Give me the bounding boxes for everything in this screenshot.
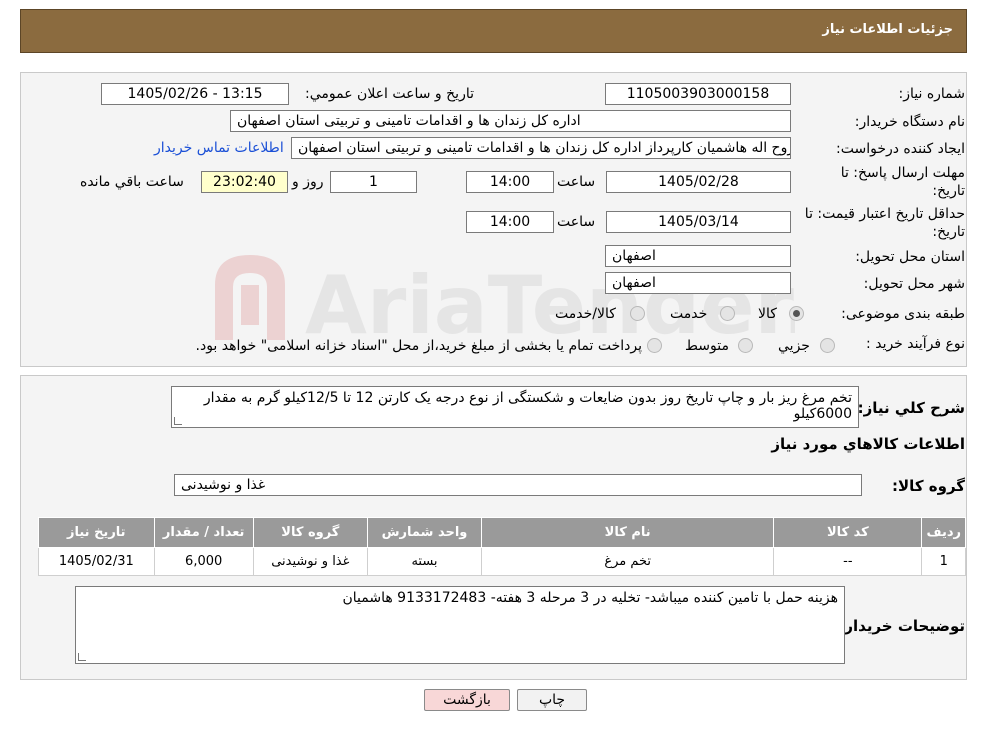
- reply-time-field: 14:00: [466, 171, 554, 193]
- buyer-contact-link[interactable]: اطلاعات تماس خریدار: [154, 140, 284, 156]
- page-title: جزئیات اطلاعات نیاز: [822, 22, 953, 37]
- purchase-option-medium: متوسط: [685, 338, 729, 354]
- need-description-text: تخم مرغ ریز بار و چاپ تاریخ روز بدون ضای…: [203, 390, 852, 422]
- category-radio-goods[interactable]: [789, 306, 804, 321]
- purchase-note: پرداخت تمام یا بخشی از مبلغ خرید،از محل …: [195, 338, 642, 354]
- table-row: 1 -- تخم مرغ بسته غذا و نوشیدنی 6,000 14…: [38, 547, 966, 576]
- price-validity-date-field: 1405/03/14: [606, 211, 791, 233]
- days-field: 1: [330, 171, 417, 193]
- days-label: روز و: [292, 174, 324, 190]
- category-radio-service[interactable]: [720, 306, 735, 321]
- price-validity-label-2: تاریخ:: [932, 224, 965, 240]
- goods-info-title: اطلاعات کالاهاي مورد نیاز: [771, 435, 965, 453]
- category-option-goods: کالا: [758, 306, 777, 322]
- creator-label: ایجاد کننده درخواست:: [836, 141, 965, 157]
- back-button[interactable]: بازگشت: [424, 689, 510, 711]
- resize-grip-icon[interactable]: [78, 653, 86, 661]
- print-button[interactable]: چاپ: [517, 689, 587, 711]
- cell-goods-group: غذا و نوشیدنی: [252, 547, 368, 576]
- col-goods-code: کد کالا: [773, 517, 923, 548]
- purchase-radio-treasury[interactable]: [647, 338, 662, 353]
- category-label: طبقه بندی موضوعی:: [841, 306, 965, 322]
- need-number-label: شماره نیاز:: [898, 86, 966, 102]
- col-goods-name: نام کالا: [481, 517, 775, 548]
- goods-group-label: گروه کالا:: [892, 477, 965, 495]
- buyer-notes-text: هزینه حمل با تامین کننده میباشد- تخلیه د…: [342, 590, 838, 606]
- cell-goods-name: تخم مرغ: [481, 547, 775, 576]
- cell-need-date: 1405/02/31: [38, 547, 155, 576]
- remaining-time-label: ساعت باقي مانده: [80, 174, 184, 190]
- price-validity-time-label: ساعت: [557, 214, 596, 230]
- buyer-notes-label: توضیحات خریدار:: [838, 617, 965, 635]
- buyer-org-field: اداره کل زندان ها و اقدامات تامینی و ترب…: [230, 110, 791, 132]
- cell-goods-code: --: [773, 547, 923, 576]
- col-row-number: ردیف: [921, 517, 966, 548]
- province-field: اصفهان: [605, 245, 791, 267]
- creator-field: روح اله هاشمیان کارپرداز اداره کل زندان …: [291, 137, 791, 159]
- purchase-radio-minor[interactable]: [820, 338, 835, 353]
- purchase-type-label: نوع فرآیند خرید :: [866, 336, 965, 352]
- city-field: اصفهان: [605, 272, 791, 294]
- col-need-date: تاریخ نیاز: [38, 517, 155, 548]
- need-description-label: شرح کلي نیاز:: [857, 399, 965, 417]
- category-option-goods-service: کالا/خدمت: [555, 306, 616, 322]
- cell-unit: بسته: [366, 547, 483, 576]
- items-table: ردیف کد کالا نام کالا واحد شمارش گروه کا…: [38, 517, 966, 576]
- cell-quantity: 6,000: [153, 547, 254, 576]
- reply-deadline-label-2: تاریخ:: [932, 183, 965, 199]
- col-unit: واحد شمارش: [366, 517, 483, 548]
- price-validity-time-field: 14:00: [466, 211, 554, 233]
- col-quantity: تعداد / مقدار: [153, 517, 254, 548]
- items-table-wrapper: ردیف کد کالا نام کالا واحد شمارش گروه کا…: [38, 517, 966, 576]
- buyer-org-label: نام دستگاه خریدار:: [854, 114, 965, 130]
- remaining-time-field: 23:02:40: [201, 171, 288, 193]
- purchase-radio-medium[interactable]: [738, 338, 753, 353]
- province-label: استان محل تحویل:: [855, 249, 965, 265]
- cell-row-number: 1: [921, 547, 966, 576]
- reply-date-field: 1405/02/28: [606, 171, 791, 193]
- resize-grip-icon[interactable]: [174, 417, 182, 425]
- announce-date-field: 1405/02/26 - 13:15: [101, 83, 289, 105]
- reply-deadline-label: مهلت ارسال پاسخ: تا: [840, 165, 965, 181]
- buyer-notes-field: هزینه حمل با تامین کننده میباشد- تخلیه د…: [75, 586, 845, 664]
- table-header-row: ردیف کد کالا نام کالا واحد شمارش گروه کا…: [38, 517, 966, 548]
- reply-time-label: ساعت: [557, 174, 596, 190]
- category-option-service: خدمت: [670, 306, 708, 322]
- need-number-field: 1105003903000158: [605, 83, 791, 105]
- price-validity-label: حداقل تاریخ اعتبار قیمت: تا: [804, 206, 965, 222]
- col-goods-group: گروه کالا: [252, 517, 368, 548]
- announce-date-label: تاریخ و ساعت اعلان عمومي:: [305, 86, 474, 102]
- purchase-option-minor: جزيي: [778, 338, 810, 354]
- category-radio-goods-service[interactable]: [630, 306, 645, 321]
- city-label: شهر محل تحویل:: [863, 276, 965, 292]
- goods-group-field: غذا و نوشیدنی: [174, 474, 862, 496]
- need-description-field: تخم مرغ ریز بار و چاپ تاریخ روز بدون ضای…: [171, 386, 859, 428]
